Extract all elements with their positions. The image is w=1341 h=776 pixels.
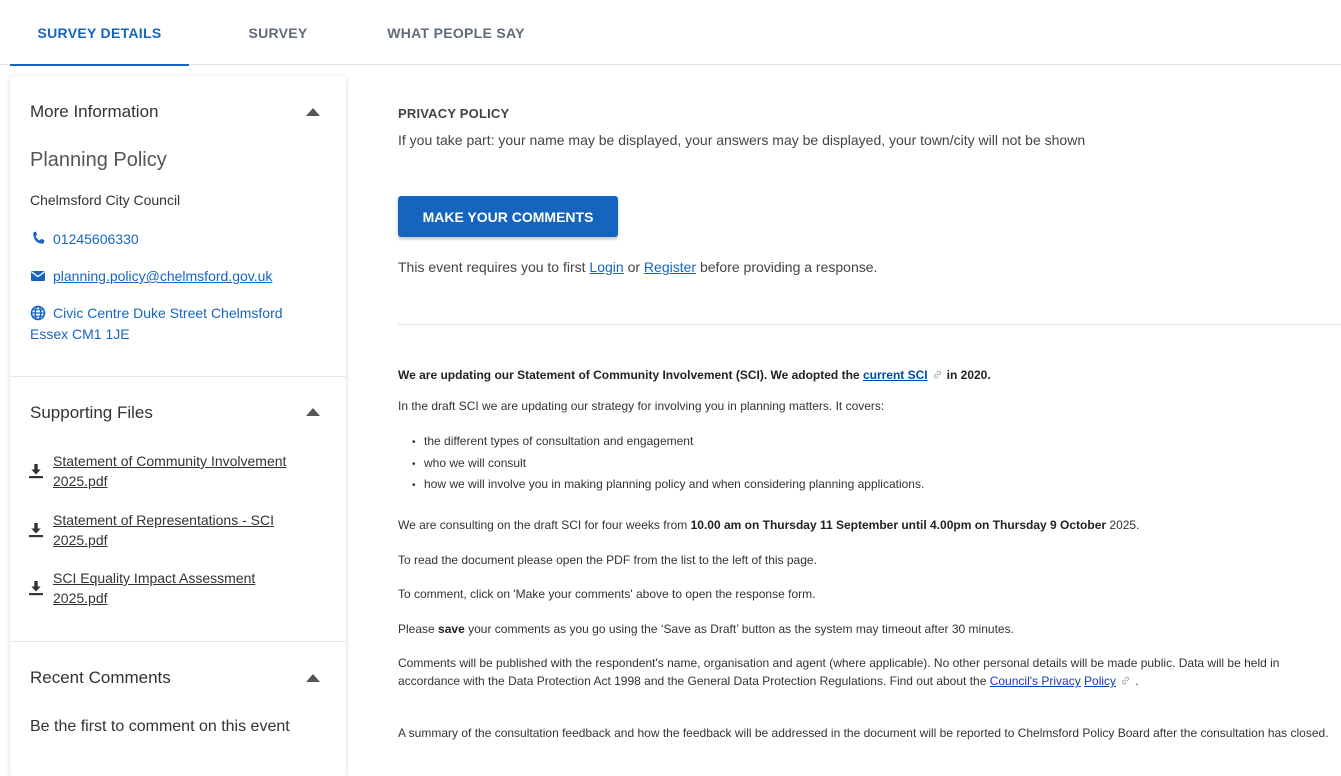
period: .: [1135, 674, 1139, 688]
consult-dates-bold: 10.00 am on Thursday 11 September until …: [690, 518, 1107, 532]
make-your-comments-button[interactable]: MAKE YOUR COMMENTS: [398, 196, 618, 237]
list-item: the different types of consultation and …: [412, 432, 924, 454]
more-info-heading: More Information: [30, 102, 159, 121]
privacy-text: If you take part: your name may be displ…: [398, 132, 1086, 148]
address-line-2: Essex CM1 1JE: [30, 326, 130, 342]
publication-notice: Comments will be published with the resp…: [398, 654, 1341, 690]
download-icon: [29, 523, 43, 538]
contact-title: Planning Policy: [30, 149, 167, 171]
intro-paragraph: We are updating our Statement of Communi…: [398, 366, 1341, 384]
file-name: SCI Equality Impact Assessment 2025.pdf: [53, 568, 255, 608]
list-item: how we will involve you in making planni…: [412, 475, 924, 497]
supporting-files-heading: Supporting Files: [30, 403, 153, 422]
recent-comments-heading: Recent Comments: [30, 668, 171, 687]
file-name-line: Statement of Community Involvement: [53, 453, 287, 469]
req-prefix: This event requires you to first: [398, 259, 586, 275]
comment-instructions: To comment, click on 'Make your comments…: [398, 587, 816, 601]
consult-prefix: We are consulting on the draft SCI for f…: [398, 518, 688, 532]
address-line-1: Civic Centre Duke Street Chelmsford: [53, 305, 283, 321]
register-link[interactable]: Register: [644, 259, 696, 275]
intro-end: in 2020.: [946, 368, 991, 382]
globe-icon: [30, 305, 46, 321]
consultation-dates: We are consulting on the draft SCI for f…: [398, 516, 1341, 534]
privacy-policy-link[interactable]: Council's Privacy: [990, 674, 1081, 688]
file-name-line: Statement of Representations - SCI: [53, 512, 274, 528]
file-name-line: 2025.pdf: [53, 473, 108, 489]
external-link-icon: [933, 370, 941, 379]
privacy-heading: PRIVACY POLICY: [398, 106, 510, 121]
file-name: Statement of Representations - SCI 2025.p…: [53, 510, 274, 550]
login-link[interactable]: Login: [589, 259, 623, 275]
tab-survey[interactable]: SURVEY: [189, 0, 367, 65]
phone-icon: [33, 231, 45, 244]
sidebar: More Information Planning Policy Chelmsf…: [10, 76, 346, 776]
contact-phone[interactable]: 01245606330: [30, 231, 139, 247]
consult-suffix: 2025.: [1109, 518, 1140, 532]
privacy-policy-link-cont[interactable]: Policy: [1084, 674, 1116, 688]
read-instructions: To read the document please open the PDF…: [398, 553, 817, 567]
current-sci-link[interactable]: current SCI: [863, 368, 928, 382]
save-prefix: Please: [398, 622, 435, 636]
file-name-line: 2025.pdf: [53, 532, 108, 548]
tab-survey-details[interactable]: SURVEY DETAILS: [10, 0, 189, 66]
publication-text: Comments will be published with the resp…: [398, 656, 1280, 688]
req-or: or: [627, 259, 641, 275]
file-name-line: SCI Equality Impact Assessment: [53, 570, 256, 586]
sidebar-divider: [10, 376, 346, 377]
summary-paragraph: A summary of the consultation feedback a…: [398, 726, 1329, 740]
main-content: PRIVACY POLICY If you take part: your na…: [398, 0, 1341, 758]
draft-paragraph: In the draft SCI we are updating our str…: [398, 399, 885, 413]
collapse-supporting-files-icon[interactable]: [306, 408, 320, 416]
phone-text: 01245606330: [53, 231, 139, 247]
tab-label: SURVEY: [248, 24, 308, 41]
contact-org: Chelmsford City Council: [30, 192, 181, 208]
save-instructions: Please save your comments as you go usin…: [398, 620, 1341, 638]
contact-email[interactable]: planning.policy@chelmsford.gov.uk: [30, 268, 272, 284]
collapse-more-info-icon[interactable]: [306, 108, 320, 116]
save-bold: save: [438, 622, 465, 636]
req-suffix: before providing a response.: [699, 259, 878, 275]
download-icon: [29, 464, 43, 479]
scope-list: the different types of consultation and …: [412, 432, 924, 497]
file-name-line: 2025.pdf: [53, 590, 108, 606]
intro-bold: We are updating our Statement of Communi…: [398, 368, 860, 382]
envelope-icon: [31, 271, 45, 281]
external-link-icon: [1122, 676, 1130, 685]
file-link[interactable]: Statement of Community Involvement 2025.p…: [28, 451, 338, 491]
file-name: Statement of Community Involvement 2025.p…: [53, 451, 286, 491]
content-divider: [398, 324, 1341, 325]
login-requirement: This event requires you to first Login o…: [398, 259, 877, 275]
contact-address-cont: Essex CM1 1JE: [30, 324, 130, 345]
list-item: who we will consult: [412, 454, 924, 476]
download-icon: [29, 581, 43, 596]
email-text: planning.policy@chelmsford.gov.uk: [53, 268, 273, 284]
contact-address: Civic Centre Duke Street Chelmsford: [30, 303, 340, 324]
file-link[interactable]: SCI Equality Impact Assessment 2025.pdf: [28, 568, 338, 608]
file-link[interactable]: Statement of Representations - SCI 2025.p…: [28, 510, 338, 550]
tab-label: SURVEY DETAILS: [37, 24, 162, 41]
collapse-recent-comments-icon[interactable]: [306, 674, 320, 682]
recent-comments-empty: Be the first to comment on this event: [30, 718, 290, 735]
save-suffix: your comments as you go using the ‘Save …: [468, 622, 1014, 636]
sidebar-divider: [10, 641, 346, 642]
